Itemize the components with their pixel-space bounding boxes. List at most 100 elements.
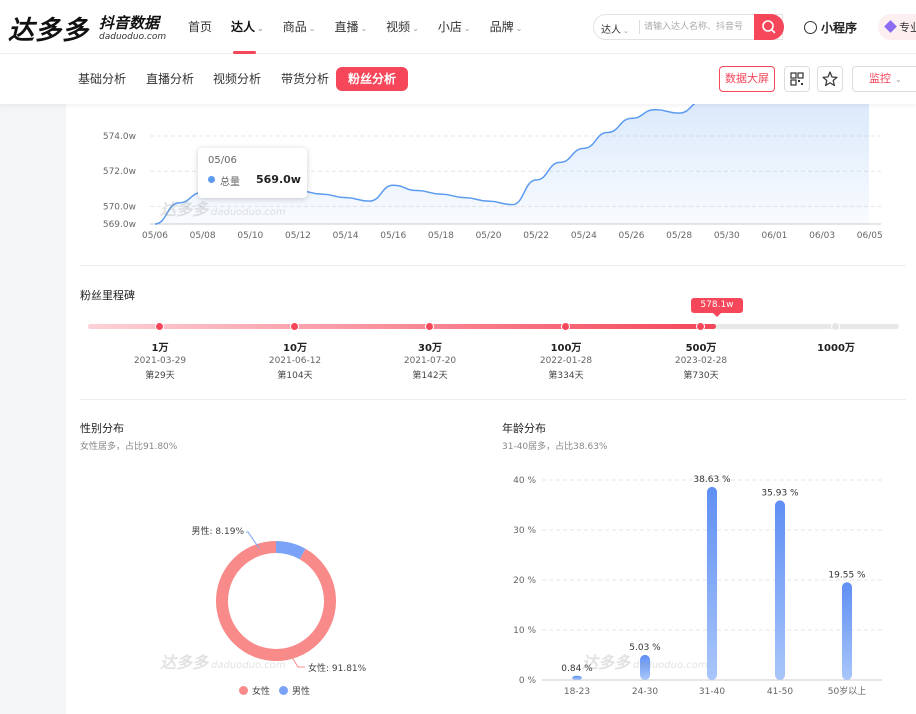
nav-item-label: 直播 xyxy=(334,20,359,34)
x-tick-label: 05/18 xyxy=(428,231,454,241)
gender-legend-male[interactable]: 男性 xyxy=(279,684,310,697)
chevron-down-icon: ⌄ xyxy=(308,24,316,33)
tab-basic[interactable]: 基础分析 xyxy=(78,67,126,91)
y-tick-label: 10 % xyxy=(513,626,536,636)
nav-item-4[interactable]: 视频 ⌄ xyxy=(386,0,419,54)
nav-item-label: 商品 xyxy=(282,20,307,34)
milestone-dot xyxy=(155,322,164,331)
diamond-icon xyxy=(884,20,897,33)
milestone-days: 第142天 xyxy=(412,371,448,381)
age-bar-chart: 0 %10 %20 %30 %40 %0.84 %18-235.03 %24-3… xyxy=(513,475,882,697)
label-female: 女性: 91.81% xyxy=(308,662,367,674)
nav-item-label: 品牌 xyxy=(489,20,514,34)
qrcode-button[interactable] xyxy=(784,66,810,92)
search-icon xyxy=(762,20,776,34)
nav-item-1[interactable]: 达人 ⌄ xyxy=(231,0,264,54)
pro-badge[interactable]: 专业 xyxy=(878,14,916,40)
age-bar[interactable] xyxy=(775,500,785,680)
nav-item-0[interactable]: 首页 xyxy=(188,0,212,54)
nav-item-2[interactable]: 商品 ⌄ xyxy=(283,0,316,54)
milestone-date: 2021-06-12 xyxy=(268,356,322,366)
favorite-button[interactable] xyxy=(817,66,843,92)
milestone-days: 第104天 xyxy=(277,371,313,381)
milestone-dot xyxy=(696,322,705,331)
x-tick-label: 05/10 xyxy=(237,231,263,241)
chevron-down-icon: ⌄ xyxy=(360,24,368,33)
x-tick-label: 41-50 xyxy=(767,687,793,697)
milestone-label: 30万 xyxy=(418,343,442,354)
qrcode-icon xyxy=(790,72,804,86)
x-tick-label: 50岁以上 xyxy=(828,685,866,697)
chevron-down-icon: ⌄ xyxy=(895,75,902,84)
gender-legend-female[interactable]: 女性 xyxy=(239,684,270,697)
milestone-days: 第29天 xyxy=(145,371,175,381)
x-tick-label: 06/01 xyxy=(761,231,787,241)
chevron-down-icon: ⌄ xyxy=(257,24,264,33)
tooltip-date: 05/06 xyxy=(208,155,237,166)
legend-dot xyxy=(239,686,248,695)
mini-program-icon xyxy=(804,21,817,34)
monitor-label: 监控 xyxy=(869,72,891,85)
x-tick-label: 05/22 xyxy=(523,231,549,241)
label-male: 男性: 8.19% xyxy=(192,525,245,537)
tooltip-series-dot xyxy=(208,176,215,183)
search-input[interactable] xyxy=(644,19,752,35)
x-tick-label: 06/05 xyxy=(857,231,883,241)
data-screen-button[interactable]: 数据大屏 xyxy=(719,66,775,92)
search-button[interactable] xyxy=(754,14,784,40)
x-tick-label: 05/16 xyxy=(380,231,406,241)
chart-tooltip: 05/06 总量 569.0w xyxy=(198,148,307,198)
x-tick-label: 05/28 xyxy=(666,231,692,241)
milestone-date: 2023-02-28 xyxy=(674,356,728,366)
watermark: 达多多 daduoduo.com xyxy=(160,653,286,672)
watermark: 达多多 daduoduo.com xyxy=(582,653,708,672)
tooltip-label: 总量 xyxy=(220,177,240,188)
nav-item-3[interactable]: 直播 ⌄ xyxy=(334,0,367,54)
x-tick-label: 05/26 xyxy=(619,231,645,241)
milestone-dot xyxy=(425,322,434,331)
age-bar[interactable] xyxy=(842,582,852,680)
age-subtitle: 31-40居多，占比38.63% xyxy=(502,442,608,452)
gender-title: 性别分布 xyxy=(80,422,124,435)
milestone-dot xyxy=(831,322,840,331)
label-leader-male xyxy=(246,531,260,549)
tooltip-value: 569.0w xyxy=(256,173,301,186)
monitor-dropdown[interactable]: 监控 ⌄ xyxy=(852,66,916,92)
tab-video[interactable]: 视频分析 xyxy=(213,67,261,91)
age-bar[interactable] xyxy=(707,486,717,680)
nav-item-5[interactable]: 小店 ⌄ xyxy=(438,0,471,54)
milestone-date: 2021-03-29 xyxy=(133,356,187,366)
milestone-label: 500万 xyxy=(685,343,717,354)
gender-subtitle: 女性居多，占比91.80% xyxy=(80,442,178,452)
logo-domain: daduoduo.com xyxy=(99,32,167,42)
bar-value-label: 35.93 % xyxy=(761,488,799,498)
tab-fans[interactable]: 粉丝分析 xyxy=(336,67,409,91)
milestone-days: 第334天 xyxy=(548,371,584,381)
milestone-dot xyxy=(561,322,570,331)
main-nav: 首页 达人 ⌄ 商品 ⌄ 直播 ⌄ 视频 ⌄ 小店 ⌄ 品牌 ⌄ xyxy=(188,0,541,54)
y-tick-label: 574.0w xyxy=(103,132,136,142)
tab-live[interactable]: 直播分析 xyxy=(146,67,194,91)
nav-item-label: 视频 xyxy=(386,20,411,34)
y-tick-label: 20 % xyxy=(513,576,536,586)
donut-slice-male[interactable] xyxy=(275,541,306,560)
milestone-progress xyxy=(88,324,716,329)
milestone-title: 粉丝里程碑 xyxy=(80,289,135,302)
search-divider xyxy=(639,20,640,34)
x-tick-label: 05/12 xyxy=(285,231,311,241)
bar-value-label: 19.55 % xyxy=(828,570,866,580)
chevron-down-icon: ⌄ xyxy=(515,24,523,33)
x-tick-label: 05/30 xyxy=(714,231,740,241)
tab-sales[interactable]: 带货分析 xyxy=(281,67,329,91)
y-tick-label: 0 % xyxy=(519,676,537,686)
search-type-select[interactable]: 达人 ⌄ xyxy=(601,21,629,36)
milestone-track xyxy=(88,324,899,329)
logo[interactable]: 达多多 xyxy=(8,10,89,47)
nav-item-6[interactable]: 品牌 ⌄ xyxy=(490,0,523,54)
donut-slice-female[interactable] xyxy=(216,541,336,661)
mini-program-link[interactable]: 小程序 xyxy=(804,19,857,36)
nav-item-label: 达人 xyxy=(231,20,256,34)
milestone-date: 2021-07-20 xyxy=(403,356,457,366)
x-tick-label: 05/14 xyxy=(333,231,359,241)
age-bar[interactable] xyxy=(572,675,582,680)
